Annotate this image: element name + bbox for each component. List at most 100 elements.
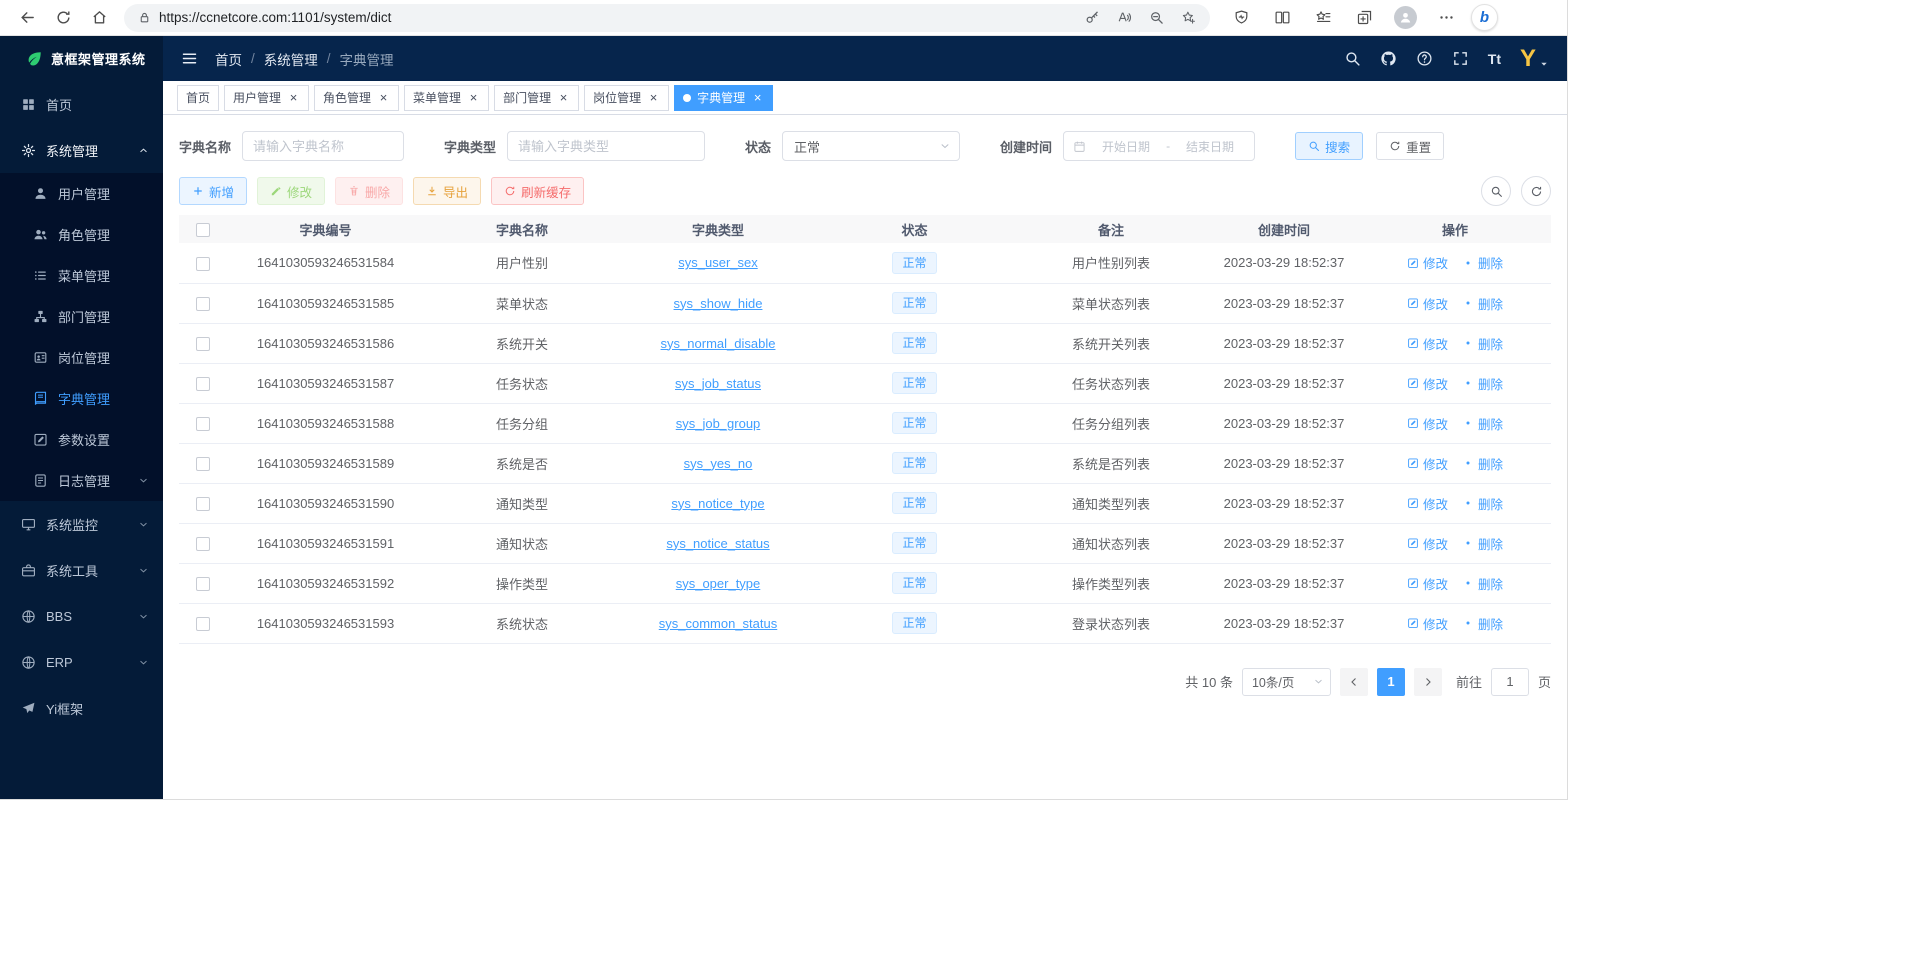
next-page-button[interactable]	[1414, 668, 1442, 696]
edit-row-button[interactable]: 修改	[1407, 294, 1448, 313]
tab-role-management[interactable]: 角色管理×	[314, 85, 399, 111]
sidebar-item-system-tools[interactable]: 系统工具	[0, 547, 163, 593]
edit-row-button[interactable]: 修改	[1407, 614, 1448, 633]
dict-type-link[interactable]: sys_normal_disable	[661, 336, 776, 351]
page-1-button[interactable]: 1	[1377, 668, 1405, 696]
sidebar-item-bbs[interactable]: BBS	[0, 593, 163, 639]
sidebar-item-home[interactable]: 首页	[0, 81, 163, 127]
toggle-search-button[interactable]	[1481, 176, 1511, 206]
sidebar-item-param-settings[interactable]: 参数设置	[0, 419, 163, 460]
tab-user-management[interactable]: 用户管理×	[224, 85, 309, 111]
reload-button[interactable]	[46, 3, 80, 33]
profile-button[interactable]	[1389, 3, 1421, 33]
dict-name-input[interactable]	[242, 131, 404, 161]
sidebar-item-user-management[interactable]: 用户管理	[0, 173, 163, 214]
refresh-table-button[interactable]	[1521, 176, 1551, 206]
page-size-select[interactable]: 10条/页	[1242, 668, 1331, 696]
row-checkbox[interactable]	[196, 577, 210, 591]
dict-type-link[interactable]: sys_yes_no	[684, 456, 753, 471]
bing-sidebar-button[interactable]: b	[1471, 4, 1498, 31]
edit-row-button[interactable]: 修改	[1407, 334, 1448, 353]
delete-row-button[interactable]: 删除	[1462, 534, 1503, 553]
close-icon[interactable]: ×	[467, 91, 480, 104]
dict-type-link[interactable]: sys_job_status	[675, 376, 761, 391]
dict-type-link[interactable]: sys_notice_status	[666, 536, 769, 551]
close-icon[interactable]: ×	[557, 91, 570, 104]
read-aloud-button[interactable]	[1117, 10, 1132, 25]
row-checkbox[interactable]	[196, 417, 210, 431]
close-icon[interactable]: ×	[377, 91, 390, 104]
settings-dots-button[interactable]	[1430, 3, 1462, 33]
row-checkbox[interactable]	[196, 457, 210, 471]
delete-row-button[interactable]: 删除	[1462, 454, 1503, 473]
sidebar-item-log-management[interactable]: 日志管理	[0, 460, 163, 501]
tab-dept-management[interactable]: 部门管理×	[494, 85, 579, 111]
close-icon[interactable]: ×	[287, 91, 300, 104]
fullscreen-button[interactable]	[1452, 50, 1469, 67]
edit-row-button[interactable]: 修改	[1407, 454, 1448, 473]
edit-row-button[interactable]: 修改	[1407, 374, 1448, 393]
search-button[interactable]	[1344, 50, 1361, 67]
row-checkbox[interactable]	[196, 377, 210, 391]
tab-post-management[interactable]: 岗位管理×	[584, 85, 669, 111]
close-icon[interactable]: ×	[751, 91, 764, 104]
refresh-cache-button[interactable]: 刷新缓存	[491, 177, 584, 205]
dict-type-link[interactable]: sys_user_sex	[678, 255, 757, 270]
dict-type-link[interactable]: sys_oper_type	[676, 576, 761, 591]
row-checkbox[interactable]	[196, 337, 210, 351]
sidebar-item-erp[interactable]: ERP	[0, 639, 163, 685]
collapse-sidebar-button[interactable]	[181, 50, 198, 67]
goto-page-input[interactable]	[1491, 668, 1529, 696]
edit-row-button[interactable]: 修改	[1407, 494, 1448, 513]
sidebar-item-system-monitor[interactable]: 系统监控	[0, 501, 163, 547]
row-checkbox[interactable]	[196, 497, 210, 511]
date-range-picker[interactable]: 开始日期 - 结束日期	[1063, 131, 1255, 161]
sidebar-item-post-management[interactable]: 岗位管理	[0, 337, 163, 378]
close-icon[interactable]: ×	[647, 91, 660, 104]
search-button[interactable]: 搜索	[1295, 132, 1363, 160]
tab-dict-management[interactable]: 字典管理×	[674, 85, 773, 111]
row-checkbox[interactable]	[196, 257, 210, 271]
sidebar-item-menu-management[interactable]: 菜单管理	[0, 255, 163, 296]
dict-type-link[interactable]: sys_job_group	[676, 416, 761, 431]
collections-button[interactable]	[1348, 3, 1380, 33]
sidebar-item-dict-management[interactable]: 字典管理	[0, 378, 163, 419]
edit-row-button[interactable]: 修改	[1407, 253, 1448, 272]
dict-type-input[interactable]	[507, 131, 705, 161]
status-select[interactable]: 正常	[782, 131, 960, 161]
edit-row-button[interactable]: 修改	[1407, 534, 1448, 553]
sidebar-item-system-management[interactable]: 系统管理	[0, 127, 163, 173]
key-button[interactable]	[1085, 10, 1100, 25]
row-checkbox[interactable]	[196, 297, 210, 311]
github-button[interactable]	[1380, 50, 1397, 67]
user-avatar[interactable]: Y	[1520, 49, 1549, 69]
row-checkbox[interactable]	[196, 537, 210, 551]
favorite-add-button[interactable]	[1181, 10, 1196, 25]
sidebar-item-yi-framework[interactable]: Yi框架	[0, 685, 163, 731]
add-button[interactable]: 新增	[179, 177, 247, 205]
font-size-button[interactable]: Tt	[1488, 52, 1501, 66]
tab-menu-management[interactable]: 菜单管理×	[404, 85, 489, 111]
delete-row-button[interactable]: 删除	[1462, 414, 1503, 433]
split-screen-button[interactable]	[1266, 3, 1298, 33]
back-button[interactable]	[10, 3, 44, 33]
address-bar[interactable]: https://ccnetcore.com:1101/system/dict	[124, 4, 1210, 32]
edit-button[interactable]: 修改	[257, 177, 325, 205]
delete-row-button[interactable]: 删除	[1462, 574, 1503, 593]
reset-button[interactable]: 重置	[1376, 132, 1444, 160]
favorites-button[interactable]	[1307, 3, 1339, 33]
sidebar-item-dept-management[interactable]: 部门管理	[0, 296, 163, 337]
delete-row-button[interactable]: 删除	[1462, 374, 1503, 393]
delete-row-button[interactable]: 删除	[1462, 253, 1503, 272]
sidebar-item-role-management[interactable]: 角色管理	[0, 214, 163, 255]
delete-button[interactable]: 删除	[335, 177, 403, 205]
delete-row-button[interactable]: 删除	[1462, 614, 1503, 633]
zoom-out-button[interactable]	[1149, 10, 1164, 25]
prev-page-button[interactable]	[1340, 668, 1368, 696]
export-button[interactable]: 导出	[413, 177, 481, 205]
breadcrumb-home[interactable]: 首页	[215, 49, 242, 69]
breadcrumb-system[interactable]: 系统管理	[264, 49, 318, 69]
tab-home[interactable]: 首页	[177, 85, 219, 111]
help-button[interactable]	[1416, 50, 1433, 67]
dict-type-link[interactable]: sys_common_status	[659, 616, 778, 631]
